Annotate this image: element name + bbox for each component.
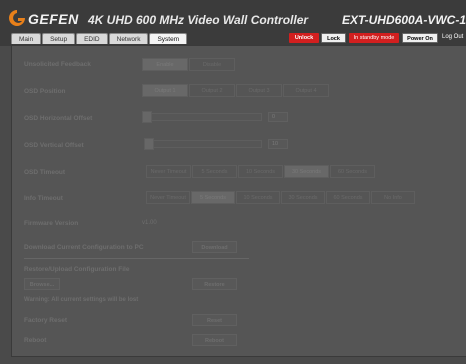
info-timeout-60s-option[interactable]: 60 Seconds <box>326 191 370 204</box>
restore-config-label: Restore/Upload Configuration File <box>24 266 130 273</box>
product-title: 4K UHD 600 MHz Video Wall Controller <box>88 13 309 27</box>
info-timeout-5s-option[interactable]: 5 Seconds <box>191 191 235 204</box>
osd-output-2-option[interactable]: Output 2 <box>189 84 235 97</box>
osd-vertical-offset-slider-thumb[interactable] <box>144 138 154 150</box>
factory-reset-label: Factory Reset <box>24 317 67 324</box>
power-on-button[interactable]: Power On <box>402 33 438 43</box>
osd-horizontal-offset-input[interactable]: 0 <box>268 112 288 122</box>
firmware-version-label: Firmware Version <box>24 220 79 227</box>
restore-warning-text: Warning: All current settings will be lo… <box>24 297 139 303</box>
unlock-button[interactable]: Unlock <box>289 33 319 43</box>
download-button[interactable]: Download <box>192 241 237 253</box>
logout-link[interactable]: Log Out <box>442 34 463 40</box>
info-timeout-group: Never Timeout 5 Seconds 10 Seconds 30 Se… <box>146 191 415 204</box>
tab-setup[interactable]: Setup <box>42 33 76 44</box>
osd-position-label: OSD Position <box>24 88 66 95</box>
tab-system[interactable]: System <box>149 33 188 44</box>
brand-name: GEFEN <box>28 11 79 27</box>
osd-horizontal-offset-label: OSD Horizontal Offset <box>24 115 93 122</box>
osd-vertical-offset-slider[interactable] <box>147 140 262 148</box>
unsolicited-feedback-group: Enable Disable <box>142 58 235 71</box>
info-timeout-10s-option[interactable]: 10 Seconds <box>236 191 280 204</box>
osd-output-4-option[interactable]: Output 4 <box>283 84 329 97</box>
model-number: EXT-UHD600A-VWC-1 <box>341 13 466 27</box>
osd-vertical-offset-input[interactable]: 10 <box>268 139 288 149</box>
info-timeout-never-option[interactable]: Never Timeout <box>146 191 190 204</box>
osd-timeout-5s-option[interactable]: 5 Seconds <box>192 165 237 178</box>
osd-horizontal-offset-slider[interactable] <box>147 113 262 121</box>
info-timeout-30s-option[interactable]: 30 Seconds <box>281 191 325 204</box>
tab-main[interactable]: Main <box>11 33 42 44</box>
unsolicited-feedback-label: Unsolicited Feedback <box>24 61 91 68</box>
info-timeout-label: Info Timeout <box>24 195 63 202</box>
osd-timeout-10s-option[interactable]: 10 Seconds <box>238 165 283 178</box>
reboot-label: Reboot <box>24 337 47 344</box>
osd-timeout-label: OSD Timeout <box>24 169 66 176</box>
reboot-button[interactable]: Reboot <box>192 334 237 346</box>
gefen-logo-icon <box>9 10 25 26</box>
osd-position-group: Output 1 Output 2 Output 3 Output 4 <box>142 84 329 97</box>
section-divider <box>24 258 249 259</box>
restore-button[interactable]: Restore <box>192 278 237 290</box>
osd-output-3-option[interactable]: Output 3 <box>236 84 282 97</box>
tab-network[interactable]: Network <box>108 33 149 44</box>
tab-edid[interactable]: EDID <box>76 33 108 44</box>
download-config-label: Download Current Configuration to PC <box>24 244 144 251</box>
osd-vertical-offset-label: OSD Vertical Offset <box>24 142 84 149</box>
feedback-enable-option[interactable]: Enable <box>142 58 188 71</box>
tab-bar: Main Setup EDID Network System <box>11 33 188 44</box>
reset-button[interactable]: Reset <box>192 314 237 326</box>
osd-timeout-never-option[interactable]: Never Timeout <box>146 165 191 178</box>
info-timeout-no-info-option[interactable]: No Info <box>371 191 415 204</box>
firmware-version-value: v1.00 <box>142 220 157 226</box>
header-bar: GEFEN 4K UHD 600 MHz Video Wall Controll… <box>0 0 466 46</box>
osd-output-1-option[interactable]: Output 1 <box>142 84 188 97</box>
osd-horizontal-offset-slider-thumb[interactable] <box>142 111 152 123</box>
system-settings-panel: Unsolicited Feedback Enable Disable OSD … <box>11 45 466 357</box>
osd-timeout-30s-option[interactable]: 30 Seconds <box>284 165 329 178</box>
lock-button[interactable]: Lock <box>321 33 346 43</box>
browse-button[interactable]: Browse... <box>24 278 60 290</box>
standby-status-badge: In standby mode <box>349 33 399 43</box>
osd-timeout-60s-option[interactable]: 60 Seconds <box>330 165 375 178</box>
osd-timeout-group: Never Timeout 5 Seconds 10 Seconds 30 Se… <box>146 165 375 178</box>
feedback-disable-option[interactable]: Disable <box>189 58 235 71</box>
